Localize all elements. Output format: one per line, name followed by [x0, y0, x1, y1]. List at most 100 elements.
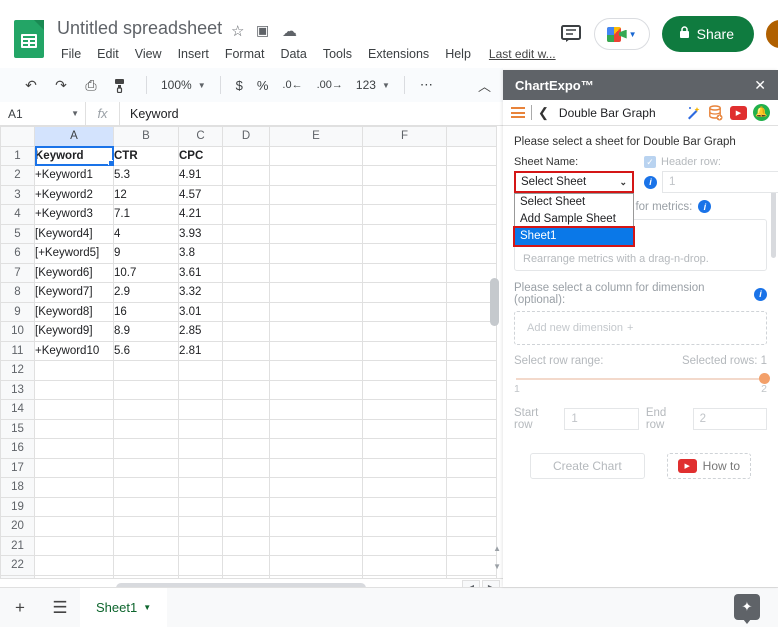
cell[interactable] — [222, 282, 270, 303]
cell[interactable] — [446, 477, 497, 498]
star-icon[interactable]: ☆ — [231, 22, 244, 40]
cell[interactable] — [178, 516, 223, 537]
cell[interactable] — [222, 457, 270, 478]
cell[interactable] — [269, 360, 363, 381]
cell[interactable] — [446, 360, 497, 381]
cell[interactable] — [178, 477, 223, 498]
cell[interactable]: +Keyword10 — [34, 340, 114, 361]
notification-bell-icon[interactable]: 🔔 — [753, 104, 770, 121]
cell[interactable] — [362, 340, 447, 361]
youtube-icon[interactable]: ▶ — [730, 104, 747, 121]
cell[interactable]: [Keyword8] — [34, 301, 114, 322]
explore-button[interactable]: ✦ — [734, 594, 760, 624]
scroll-down-icon[interactable]: ▼ — [493, 562, 501, 571]
hamburger-icon[interactable] — [511, 107, 525, 118]
row-range-slider[interactable] — [516, 373, 770, 384]
cell[interactable] — [362, 204, 447, 225]
avatar[interactable] — [764, 18, 778, 50]
cell[interactable]: 10.7 — [113, 262, 179, 283]
cell[interactable] — [178, 399, 223, 420]
info-icon-dimension[interactable]: i — [754, 287, 767, 301]
cell[interactable] — [113, 379, 179, 400]
cell[interactable] — [178, 438, 223, 459]
menu-item-data[interactable]: Data — [272, 45, 314, 63]
cell[interactable]: 5.6 — [113, 340, 179, 361]
cell[interactable] — [446, 321, 497, 342]
column-header-f[interactable]: F — [362, 126, 447, 147]
cell[interactable]: +Keyword3 — [34, 204, 114, 225]
cell[interactable] — [222, 555, 270, 576]
dropdown-option-select-sheet[interactable]: Select Sheet — [515, 194, 633, 211]
cell[interactable]: 4.91 — [178, 165, 223, 186]
cell[interactable] — [446, 418, 497, 439]
cell[interactable] — [113, 438, 179, 459]
cell[interactable] — [446, 457, 497, 478]
cell[interactable] — [446, 340, 497, 361]
column-header-b[interactable]: B — [113, 126, 179, 147]
cell[interactable]: 9 — [113, 243, 179, 264]
cell[interactable] — [34, 477, 114, 498]
cell[interactable] — [269, 145, 363, 166]
cell[interactable]: Keyword — [34, 145, 114, 166]
menu-item-insert[interactable]: Insert — [170, 45, 217, 63]
cell[interactable] — [446, 399, 497, 420]
cell[interactable] — [222, 321, 270, 342]
comment-icon[interactable] — [558, 22, 584, 46]
cell[interactable] — [113, 399, 179, 420]
cell[interactable] — [446, 204, 497, 225]
cell[interactable] — [222, 399, 270, 420]
cell[interactable] — [222, 438, 270, 459]
cell[interactable] — [446, 555, 497, 576]
header-row-checkbox[interactable]: ✓ — [644, 156, 656, 168]
cell[interactable]: 16 — [113, 301, 179, 322]
cell[interactable] — [269, 282, 363, 303]
cell[interactable] — [446, 438, 497, 459]
cell[interactable] — [34, 360, 114, 381]
cell[interactable] — [269, 243, 363, 264]
cell[interactable] — [446, 243, 497, 264]
cell[interactable]: [+Keyword5] — [34, 243, 114, 264]
row-header-6[interactable]: 6 — [0, 243, 35, 264]
all-sheets-button[interactable]: ☰ — [40, 598, 80, 618]
cell[interactable] — [362, 165, 447, 186]
last-edit-link[interactable]: Last edit w... — [489, 47, 556, 61]
cell[interactable] — [113, 555, 179, 576]
cell[interactable]: [Keyword6] — [34, 262, 114, 283]
dropdown-option-sheet1[interactable]: Sheet1 — [513, 226, 635, 247]
add-dimension-dropzone[interactable]: Add new dimension + — [514, 311, 767, 345]
end-row-input[interactable]: 2 — [692, 408, 768, 430]
menu-item-view[interactable]: View — [127, 45, 170, 63]
cell[interactable] — [222, 145, 270, 166]
cell[interactable] — [362, 223, 447, 244]
cell[interactable]: CPC — [178, 145, 223, 166]
cell[interactable] — [269, 184, 363, 205]
row-header-10[interactable]: 10 — [0, 321, 35, 342]
cell[interactable] — [269, 399, 363, 420]
cell[interactable] — [113, 477, 179, 498]
increase-decimal-icon[interactable]: .00→ — [310, 77, 350, 93]
cell[interactable] — [362, 555, 447, 576]
menu-item-tools[interactable]: Tools — [315, 45, 360, 63]
cell[interactable] — [178, 418, 223, 439]
menu-item-edit[interactable]: Edit — [89, 45, 127, 63]
row-header-19[interactable]: 19 — [0, 496, 35, 517]
row-header-3[interactable]: 3 — [0, 184, 35, 205]
cell[interactable] — [446, 184, 497, 205]
cell[interactable]: 4.57 — [178, 184, 223, 205]
database-add-icon[interactable] — [707, 104, 724, 121]
cell[interactable] — [362, 282, 447, 303]
cell[interactable] — [34, 399, 114, 420]
zoom-select[interactable]: 100% ▼ — [155, 76, 212, 94]
scroll-up-icon[interactable]: ▲ — [493, 544, 501, 553]
cell[interactable]: 2.81 — [178, 340, 223, 361]
column-header-a[interactable]: A — [34, 126, 114, 147]
cell[interactable]: 3.8 — [178, 243, 223, 264]
row-header-16[interactable]: 16 — [0, 438, 35, 459]
cell[interactable] — [113, 418, 179, 439]
meet-button[interactable]: ▼ — [593, 18, 650, 50]
cell[interactable] — [178, 379, 223, 400]
cell[interactable] — [222, 223, 270, 244]
menu-item-format[interactable]: Format — [217, 45, 273, 63]
cell[interactable] — [34, 516, 114, 537]
cell[interactable] — [362, 379, 447, 400]
